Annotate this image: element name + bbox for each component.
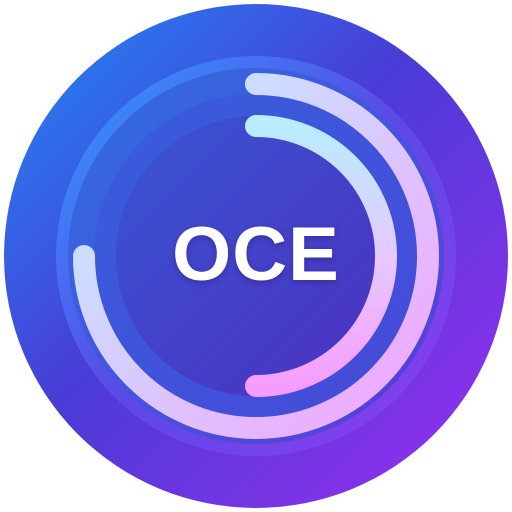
app-icon: OCE (0, 0, 512, 512)
icon-label: OCE (172, 211, 340, 297)
